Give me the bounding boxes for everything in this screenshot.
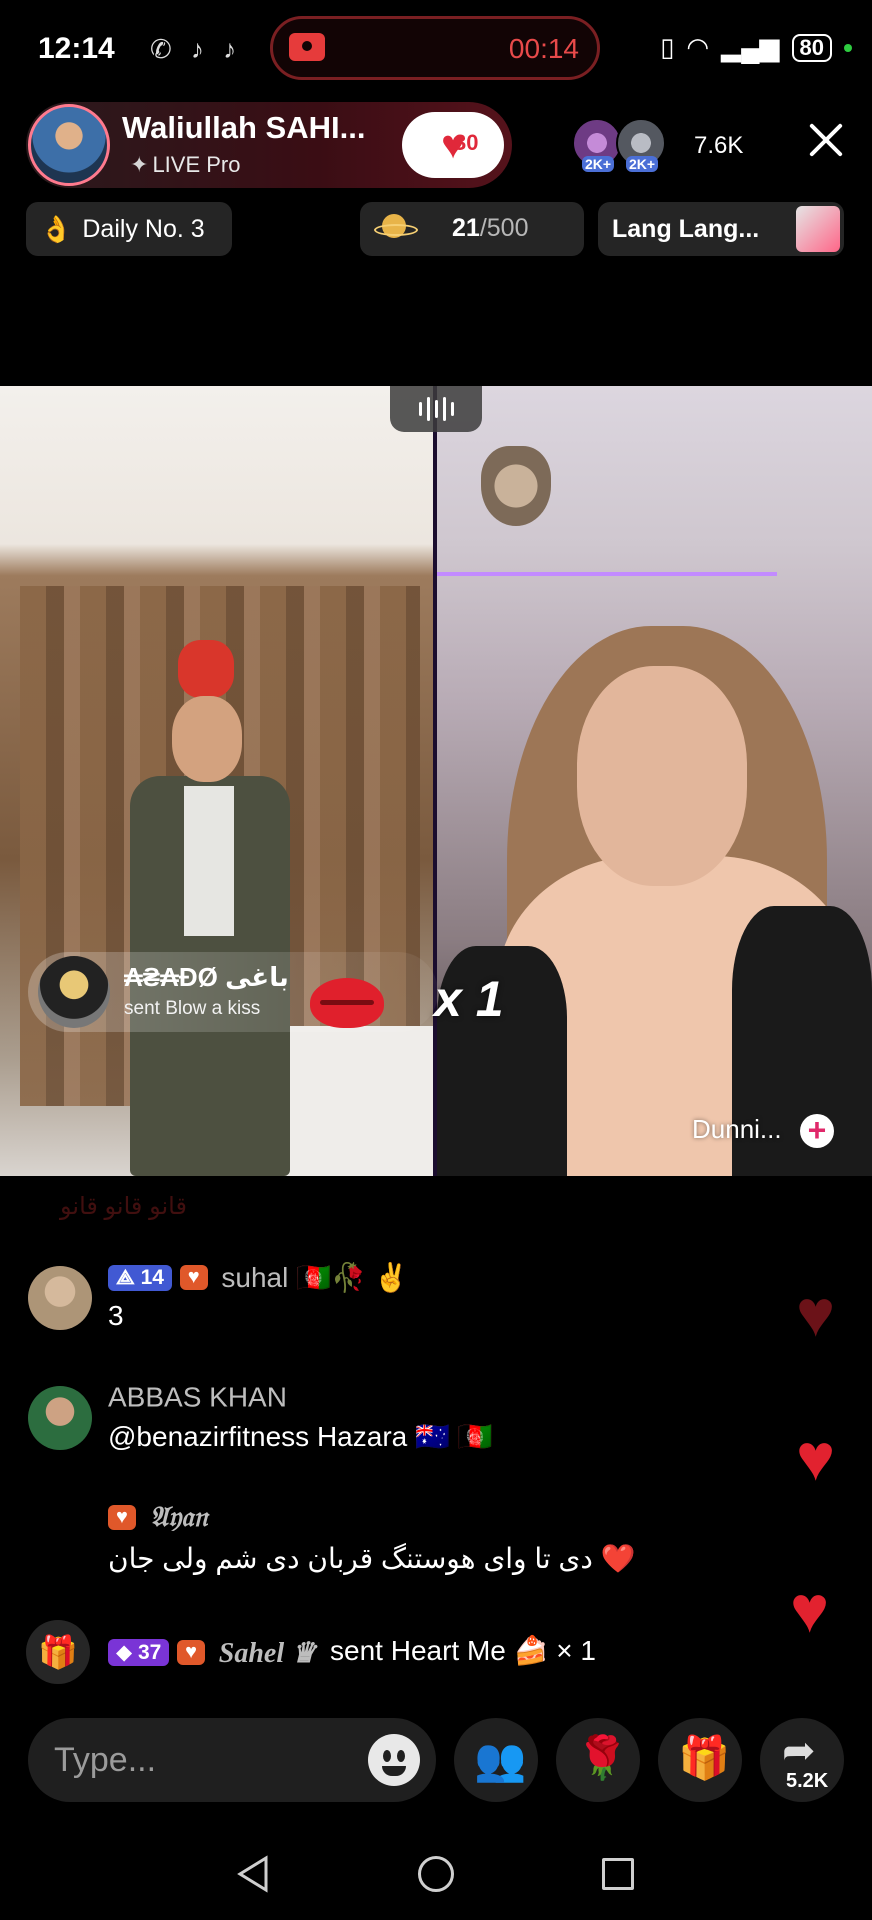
guest-video[interactable]	[437, 386, 872, 1176]
guest-name[interactable]: Dunni...	[692, 1114, 782, 1145]
gift-sender-name: ₳₴₳ĐØ باغی	[124, 962, 289, 992]
notification-icons: ✆ ♪ ♪	[150, 34, 243, 64]
comment-input[interactable]	[54, 1732, 374, 1788]
status-time: 12:14	[38, 32, 115, 65]
floating-heart-icon: ♥	[796, 1276, 836, 1350]
chat-avatar[interactable]	[28, 1386, 92, 1450]
gift-icon: 🎁	[678, 1734, 731, 1781]
sparkle-icon: ✦	[130, 152, 149, 177]
floating-heart-icon: ♥	[796, 1420, 836, 1494]
chat-message: دی تا وای هوستنگ قربان دی شم ولی جان ❤️	[108, 1543, 636, 1574]
goal-progress: 21/500	[452, 214, 529, 242]
signal-icon: ▂▄▆	[721, 32, 780, 62]
fan-heart-badge: ♥	[108, 1505, 136, 1531]
planet-icon	[374, 214, 418, 242]
gift-multiplier: x 1	[434, 971, 504, 1027]
viewer-count[interactable]: 7.6K	[694, 132, 743, 160]
host-person	[110, 640, 310, 1176]
top-viewers[interactable]: 2K+ 2K+	[572, 118, 666, 172]
faded-chat-line: قانو قانو قانو	[60, 1193, 187, 1220]
flame-icon: 👌	[40, 213, 73, 244]
floating-heart-icon: ♥	[790, 1572, 830, 1646]
battery-indicator: 80	[791, 33, 832, 62]
chat-user-line: ♥ 𝔄𝔶𝔞𝔫	[108, 1500, 207, 1534]
chat-message: @benazirfitness Hazara 🇦🇺 🇦🇫	[108, 1421, 493, 1452]
system-indicators: ▯ ◠ ▂▄▆ 80	[660, 32, 852, 63]
chat-user-line: ⟁ 14 ♥ suhal 🇦🇫🥀 ✌️	[108, 1260, 408, 1294]
close-icon[interactable]	[804, 118, 848, 162]
fan-heart-badge: ♥	[177, 1640, 205, 1666]
level-badge: ◆ 37	[108, 1639, 170, 1667]
host-subtitle: ✦ LIVE Pro	[130, 152, 241, 177]
chat-username[interactable]: ABBAS KHAN	[108, 1382, 287, 1413]
gift-box-icon: 🎁	[38, 1634, 78, 1670]
host-name: Waliullah SAHI...	[122, 110, 366, 145]
gift-button[interactable]: 🎁	[658, 1718, 742, 1802]
screen-record-indicator[interactable]: 00:14	[270, 16, 600, 80]
sender-avatar[interactable]	[38, 956, 110, 1028]
record-camera-icon	[289, 33, 325, 61]
led-strip	[437, 572, 777, 576]
lang-thumbnail-icon	[796, 206, 840, 252]
viewer-avatar[interactable]: 2K+	[572, 118, 622, 172]
rose-icon: 🌹	[576, 1734, 629, 1781]
back-icon[interactable]	[237, 1855, 268, 1893]
chat-user-line: ABBAS KHAN	[108, 1380, 287, 1414]
chat-message: 3	[108, 1300, 124, 1331]
follow-heart-button[interactable]: ♥ 30	[402, 112, 504, 178]
status-bar: 12:14 ✆ ♪ ♪ 00:14 ▯ ◠ ▂▄▆ 80	[0, 0, 872, 100]
gift-box-button[interactable]: 🎁	[26, 1620, 90, 1684]
share-count: 5.2K	[786, 1770, 829, 1792]
chat-username[interactable]: Sahel ♛	[219, 1638, 316, 1669]
home-icon[interactable]	[418, 1856, 454, 1892]
chat-username[interactable]: 𝔄𝔶𝔞𝔫	[150, 1502, 208, 1533]
follow-guest-plus-icon[interactable]: +	[800, 1114, 834, 1148]
host-profile-bar[interactable]: Waliullah SAHI... ✦ LIVE Pro ♥ 30	[26, 102, 512, 188]
live-goal-pill[interactable]: 21/500	[360, 202, 584, 256]
rose-gift-button[interactable]: 🌹	[556, 1718, 640, 1802]
privacy-dot	[844, 43, 852, 52]
comment-box[interactable]	[28, 1718, 436, 1802]
chat-username[interactable]: suhal 🇦🇫🥀 ✌️	[221, 1262, 408, 1293]
people-icon: 👥	[474, 1736, 527, 1783]
multi-guest-button[interactable]: 👥	[454, 1718, 538, 1802]
heart-count: 30	[454, 130, 479, 155]
lang-lang-pill[interactable]: Lang Lang...	[598, 202, 844, 256]
gift-chat-text: sent Heart Me 🍰 × 1	[330, 1635, 596, 1666]
share-arrow-icon: ➦	[782, 1729, 816, 1773]
chat-avatar[interactable]	[28, 1266, 92, 1330]
daily-ranking-pill[interactable]: 👌 Daily No. 3	[26, 202, 232, 256]
level-badge: ⟁ 14	[108, 1264, 172, 1291]
host-video[interactable]	[0, 386, 433, 1176]
fan-heart-badge: ♥	[179, 1265, 208, 1291]
gift-description: sent Blow a kiss	[124, 998, 261, 1019]
recent-apps-icon[interactable]	[602, 1858, 634, 1890]
gift-chat-line: ◆ 37 ♥ Sahel ♛ sent Heart Me 🍰 × 1	[108, 1634, 596, 1670]
wifi-icon: ◠	[686, 32, 710, 62]
lips-gift-icon	[310, 978, 384, 1028]
guest-person	[577, 666, 747, 886]
emoji-icon[interactable]	[368, 1734, 420, 1786]
viewer-avatar[interactable]: 2K+	[616, 118, 666, 172]
ceiling-lamp	[481, 446, 551, 526]
vibrate-icon: ▯	[660, 32, 675, 62]
host-avatar[interactable]	[28, 104, 110, 186]
record-time: 00:14	[508, 33, 579, 64]
split-layout-handle[interactable]	[390, 386, 482, 432]
